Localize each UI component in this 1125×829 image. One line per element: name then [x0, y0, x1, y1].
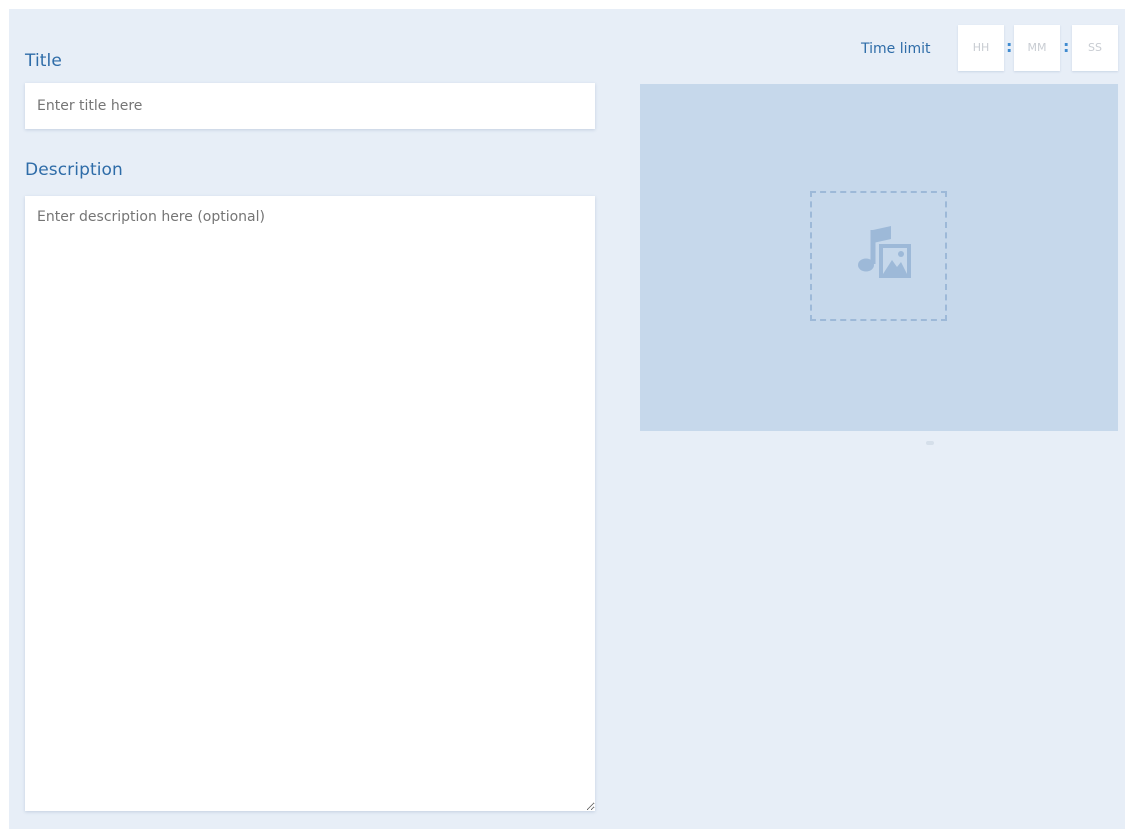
description-label: Description — [25, 160, 123, 180]
question-editor-panel: Title Description Time limit HH : MM : S… — [9, 9, 1125, 829]
hours-input[interactable]: HH — [958, 25, 1004, 71]
description-textarea[interactable] — [25, 196, 595, 811]
media-upload-area[interactable] — [640, 84, 1118, 431]
time-limit-label: Time limit — [861, 41, 931, 57]
time-separator: : — [1063, 37, 1070, 56]
drag-indicator — [926, 441, 934, 445]
media-drop-zone[interactable] — [810, 191, 947, 321]
title-input[interactable] — [25, 83, 595, 129]
minutes-input[interactable]: MM — [1014, 25, 1060, 71]
media-upload-icon — [858, 226, 911, 278]
title-label: Title — [25, 51, 62, 71]
time-separator: : — [1006, 37, 1013, 56]
seconds-input[interactable]: SS — [1072, 25, 1118, 71]
